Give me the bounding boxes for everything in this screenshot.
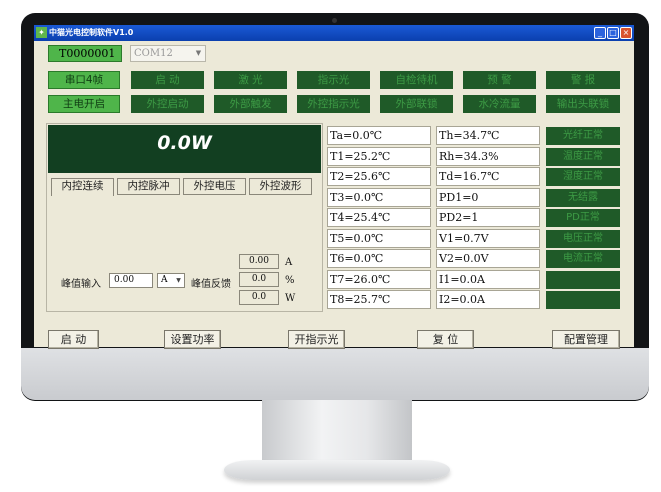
- config-button[interactable]: 配置管理: [552, 330, 620, 349]
- reading-left-2: T2=25.6℃: [327, 167, 431, 186]
- reading-right-1: Rh=34.3%: [436, 147, 540, 166]
- reset-button[interactable]: 复 位: [417, 330, 474, 349]
- app-icon: ✦: [36, 27, 47, 38]
- reading-left-1: T1=25.2℃: [327, 147, 431, 166]
- reading-right-2: Td=16.7℃: [436, 167, 540, 186]
- reading-left-4: T4=25.4℃: [327, 208, 431, 227]
- reading-left-3: T3=0.0℃: [327, 188, 431, 207]
- feedback-power-unit: W: [285, 293, 296, 304]
- monitor-stand-neck: [262, 400, 412, 466]
- feedback-percent-unit: %: [285, 275, 295, 286]
- indicator-ext-trigger: 外部触发: [214, 95, 287, 113]
- indicator-output-interlock: 输出头联锁: [546, 95, 620, 113]
- indicator-water-flow: 水冷流量: [463, 95, 536, 113]
- app-window: ✦ 中猫光电控制软件V1.0 _ □ × T0000001 COM12 ▼ 串口…: [34, 25, 634, 349]
- monitor-stand-base: [224, 460, 450, 480]
- peak-input-field[interactable]: 0.00: [109, 273, 153, 288]
- status-indicator-2: 湿度正常: [546, 168, 620, 186]
- indicator-alarm: 警 报: [546, 71, 620, 89]
- status-indicator-5: 电压正常: [546, 230, 620, 248]
- status-indicator-6: 电流正常: [546, 250, 620, 268]
- indicator-ext-start: 外控启动: [131, 95, 204, 113]
- peak-input-label: 峰值输入: [61, 279, 101, 290]
- monitor-camera: [332, 18, 337, 23]
- maximize-icon[interactable]: □: [607, 27, 619, 39]
- reading-left-6: T6=0.0℃: [327, 249, 431, 268]
- indicator-serial-frame: 串口4帧: [48, 71, 120, 89]
- set-power-button[interactable]: 设置功率: [164, 330, 221, 349]
- chevron-down-icon[interactable]: ▼: [193, 47, 204, 60]
- close-icon[interactable]: ×: [620, 27, 632, 39]
- status-indicator-7: [546, 271, 620, 289]
- tab-internal-pulse[interactable]: 内控脉冲: [117, 178, 180, 195]
- status-indicator-1: 温度正常: [546, 148, 620, 166]
- indicator-ext-pilot: 外控指示光: [297, 95, 370, 113]
- reading-right-0: Th=34.7℃: [436, 126, 540, 145]
- tab-external-voltage[interactable]: 外控电压: [183, 178, 246, 195]
- reading-right-3: PD1=0: [436, 188, 540, 207]
- control-panel: 0.0W 内控连续 内控脉冲 外控电压 外控波形 峰值输入 0.00 A ▼ 峰…: [46, 123, 323, 312]
- power-display: 0.0W: [48, 125, 321, 173]
- title-bar[interactable]: ✦ 中猫光电控制软件V1.0 _ □ ×: [34, 25, 634, 41]
- peak-feedback-label: 峰值反馈: [191, 279, 231, 290]
- reading-left-0: Ta=0.0℃: [327, 126, 431, 145]
- reading-left-5: T5=0.0℃: [327, 229, 431, 248]
- reading-left-8: T8=25.7℃: [327, 290, 431, 309]
- reading-right-6: V2=0.0V: [436, 249, 540, 268]
- indicator-main-power: 主电开启: [48, 95, 120, 113]
- indicator-start: 启 动: [131, 71, 204, 89]
- com-port-value: COM12: [134, 48, 173, 59]
- reading-right-5: V1=0.7V: [436, 229, 540, 248]
- tab-internal-cw[interactable]: 内控连续: [51, 178, 114, 196]
- tab-external-waveform[interactable]: 外控波形: [249, 178, 312, 195]
- window-title: 中猫光电控制软件V1.0: [49, 28, 134, 37]
- status-indicator-3: 无结露: [546, 189, 620, 207]
- indicator-laser: 激 光: [214, 71, 287, 89]
- feedback-current: 0.00: [239, 254, 279, 269]
- reading-left-7: T7=26.0℃: [327, 270, 431, 289]
- feedback-percent: 0.0: [239, 272, 279, 287]
- unit-select[interactable]: A ▼: [157, 273, 185, 288]
- chevron-down-icon[interactable]: ▼: [174, 275, 183, 286]
- minimize-icon[interactable]: _: [594, 27, 606, 39]
- reading-right-8: I2=0.0A: [436, 290, 540, 309]
- indicator-warning: 预 警: [463, 71, 536, 89]
- status-indicator-8: [546, 291, 620, 309]
- indicator-pilot-light: 指示光: [297, 71, 370, 89]
- reading-right-7: I1=0.0A: [436, 270, 540, 289]
- device-id[interactable]: T0000001: [48, 45, 122, 62]
- indicator-ext-interlock: 外部联锁: [380, 95, 453, 113]
- indicator-self-test: 自检待机: [380, 71, 453, 89]
- com-port-select[interactable]: COM12 ▼: [130, 45, 206, 62]
- unit-select-value: A: [161, 275, 168, 285]
- feedback-power: 0.0: [239, 290, 279, 305]
- pilot-light-button[interactable]: 开指示光: [288, 330, 345, 349]
- status-indicator-0: 光纤正常: [546, 127, 620, 145]
- status-indicator-4: PD正常: [546, 209, 620, 227]
- monitor-chin: [21, 348, 649, 400]
- feedback-current-unit: A: [285, 257, 293, 268]
- reading-right-4: PD2=1: [436, 208, 540, 227]
- start-button[interactable]: 启 动: [48, 330, 99, 349]
